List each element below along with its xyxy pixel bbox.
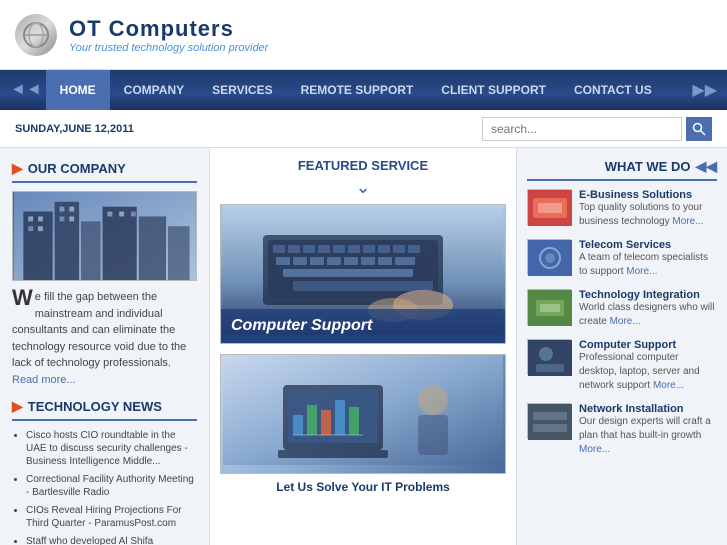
logo-computers: Computers: [102, 16, 234, 41]
service-desc-telecom: A team of telecom specialists to support…: [579, 251, 717, 279]
service-name-ebiz: E-Business Solutions: [579, 189, 717, 201]
service-desc-support: Professional computer desktop, laptop, s…: [579, 351, 717, 393]
company-image: [12, 191, 197, 281]
nav-item-client-support[interactable]: CLIENT SUPPORT: [427, 70, 560, 110]
nav-right-arrow: ▶▶: [692, 80, 717, 100]
what-we-do-arrow-icon: ◀◀: [695, 158, 717, 175]
logo-ot: OT: [69, 16, 102, 41]
service-info-ebiz: E-Business Solutions Top quality solutio…: [579, 189, 717, 229]
service-info-tech: Technology Integration World class desig…: [579, 289, 717, 329]
service-item-support: Computer Support Professional computer d…: [527, 339, 717, 393]
search-container: [482, 117, 712, 141]
read-more-link[interactable]: Read more...: [12, 374, 76, 386]
service-item-ebiz: E-Business Solutions Top quality solutio…: [527, 189, 717, 229]
news-list: Cisco hosts CIO roundtable in the UAE to…: [12, 429, 197, 545]
service-image-tech: [527, 289, 571, 325]
list-item: Correctional Facility Authority Meeting …: [26, 473, 197, 499]
service-name-network: Network Installation: [579, 403, 717, 415]
service-item-network: Network Installation Our design experts …: [527, 403, 717, 457]
service-more-network[interactable]: More...: [579, 444, 610, 455]
center-content: FEATURED SERVICE ⌄: [210, 148, 517, 545]
service-more-support[interactable]: More...: [653, 380, 684, 391]
date-label: SUNDAY,JUNE 12,2011: [15, 123, 134, 135]
left-sidebar: ▶ OUR COMPANY: [0, 148, 210, 545]
main-content: ▶ OUR COMPANY: [0, 148, 727, 545]
service-desc-ebiz: Top quality solutions to your business t…: [579, 201, 717, 229]
nav-item-company[interactable]: COMPANY: [110, 70, 198, 110]
header: OT Computers Your trusted technology sol…: [0, 0, 727, 70]
list-item: Cisco hosts CIO roundtable in the UAE to…: [26, 429, 197, 468]
service-more-ebiz[interactable]: More...: [672, 216, 703, 227]
service-image-support: [527, 339, 571, 375]
bottom-image: [220, 354, 506, 474]
search-icon: [692, 122, 706, 136]
our-company-label: OUR COMPANY: [28, 161, 126, 176]
service-desc-tech: World class designers who will create Mo…: [579, 301, 717, 329]
right-sidebar: WHAT WE DO ◀◀ E-Business Solutions Top q…: [517, 148, 727, 545]
nav-item-home[interactable]: HOME: [46, 70, 110, 110]
navbar: ◄◄ HOME COMPANY SERVICES REMOTE SUPPORT …: [0, 70, 727, 110]
service-item-telecom: Telecom Services A team of telecom speci…: [527, 239, 717, 279]
service-name-tech: Technology Integration: [579, 289, 717, 301]
service-image-ebiz: [527, 189, 571, 225]
nav-item-contact-us[interactable]: CONTACT US: [560, 70, 666, 110]
nav-item-services[interactable]: SERVICES: [198, 70, 286, 110]
logo-text: OT Computers Your trusted technology sol…: [69, 16, 268, 54]
section-arrow2-icon: ▶: [12, 398, 23, 415]
service-item-tech: Technology Integration World class desig…: [527, 289, 717, 329]
list-item: CIOs Reveal Hiring Projections For Third…: [26, 504, 197, 530]
subheader: SUNDAY,JUNE 12,2011: [0, 110, 727, 148]
section-arrow-icon: ▶: [12, 160, 23, 177]
service-image-telecom: [527, 239, 571, 275]
our-company-title: ▶ OUR COMPANY: [12, 160, 197, 183]
logo-icon: [15, 14, 57, 56]
service-more-tech[interactable]: More...: [610, 316, 641, 327]
service-more-telecom[interactable]: More...: [626, 266, 657, 277]
what-we-do-title: WHAT WE DO ◀◀: [527, 158, 717, 181]
service-info-support: Computer Support Professional computer d…: [579, 339, 717, 393]
feature-label: Computer Support: [221, 309, 505, 343]
logo-subtitle: Your trusted technology solution provide…: [69, 42, 268, 54]
featured-title: FEATURED SERVICE: [220, 158, 506, 173]
logo-title: OT Computers: [69, 16, 268, 42]
nav-item-remote-support[interactable]: REMOTE SUPPORT: [287, 70, 428, 110]
service-info-network: Network Installation Our design experts …: [579, 403, 717, 457]
service-name-telecom: Telecom Services: [579, 239, 717, 251]
bottom-caption: Let Us Solve Your IT Problems: [220, 480, 506, 494]
search-input[interactable]: [482, 117, 682, 141]
featured-arrow-icon: ⌄: [220, 177, 506, 198]
tech-news-title: ▶ TECHNOLOGY NEWS: [12, 398, 197, 421]
service-image-network: [527, 403, 571, 439]
search-button[interactable]: [686, 117, 712, 141]
nav-left-arrow: ◄◄: [10, 81, 42, 99]
list-item: Staff who developed Al Shifa Programme f…: [26, 535, 197, 545]
company-text: W e fill the gap between the mainstream …: [12, 289, 197, 388]
service-info-telecom: Telecom Services A team of telecom speci…: [579, 239, 717, 279]
tech-news-section: ▶ TECHNOLOGY NEWS Cisco hosts CIO roundt…: [12, 398, 197, 545]
feature-image: Computer Support: [220, 204, 506, 344]
service-desc-network: Our design experts will craft a plan tha…: [579, 415, 717, 457]
service-name-support: Computer Support: [579, 339, 717, 351]
